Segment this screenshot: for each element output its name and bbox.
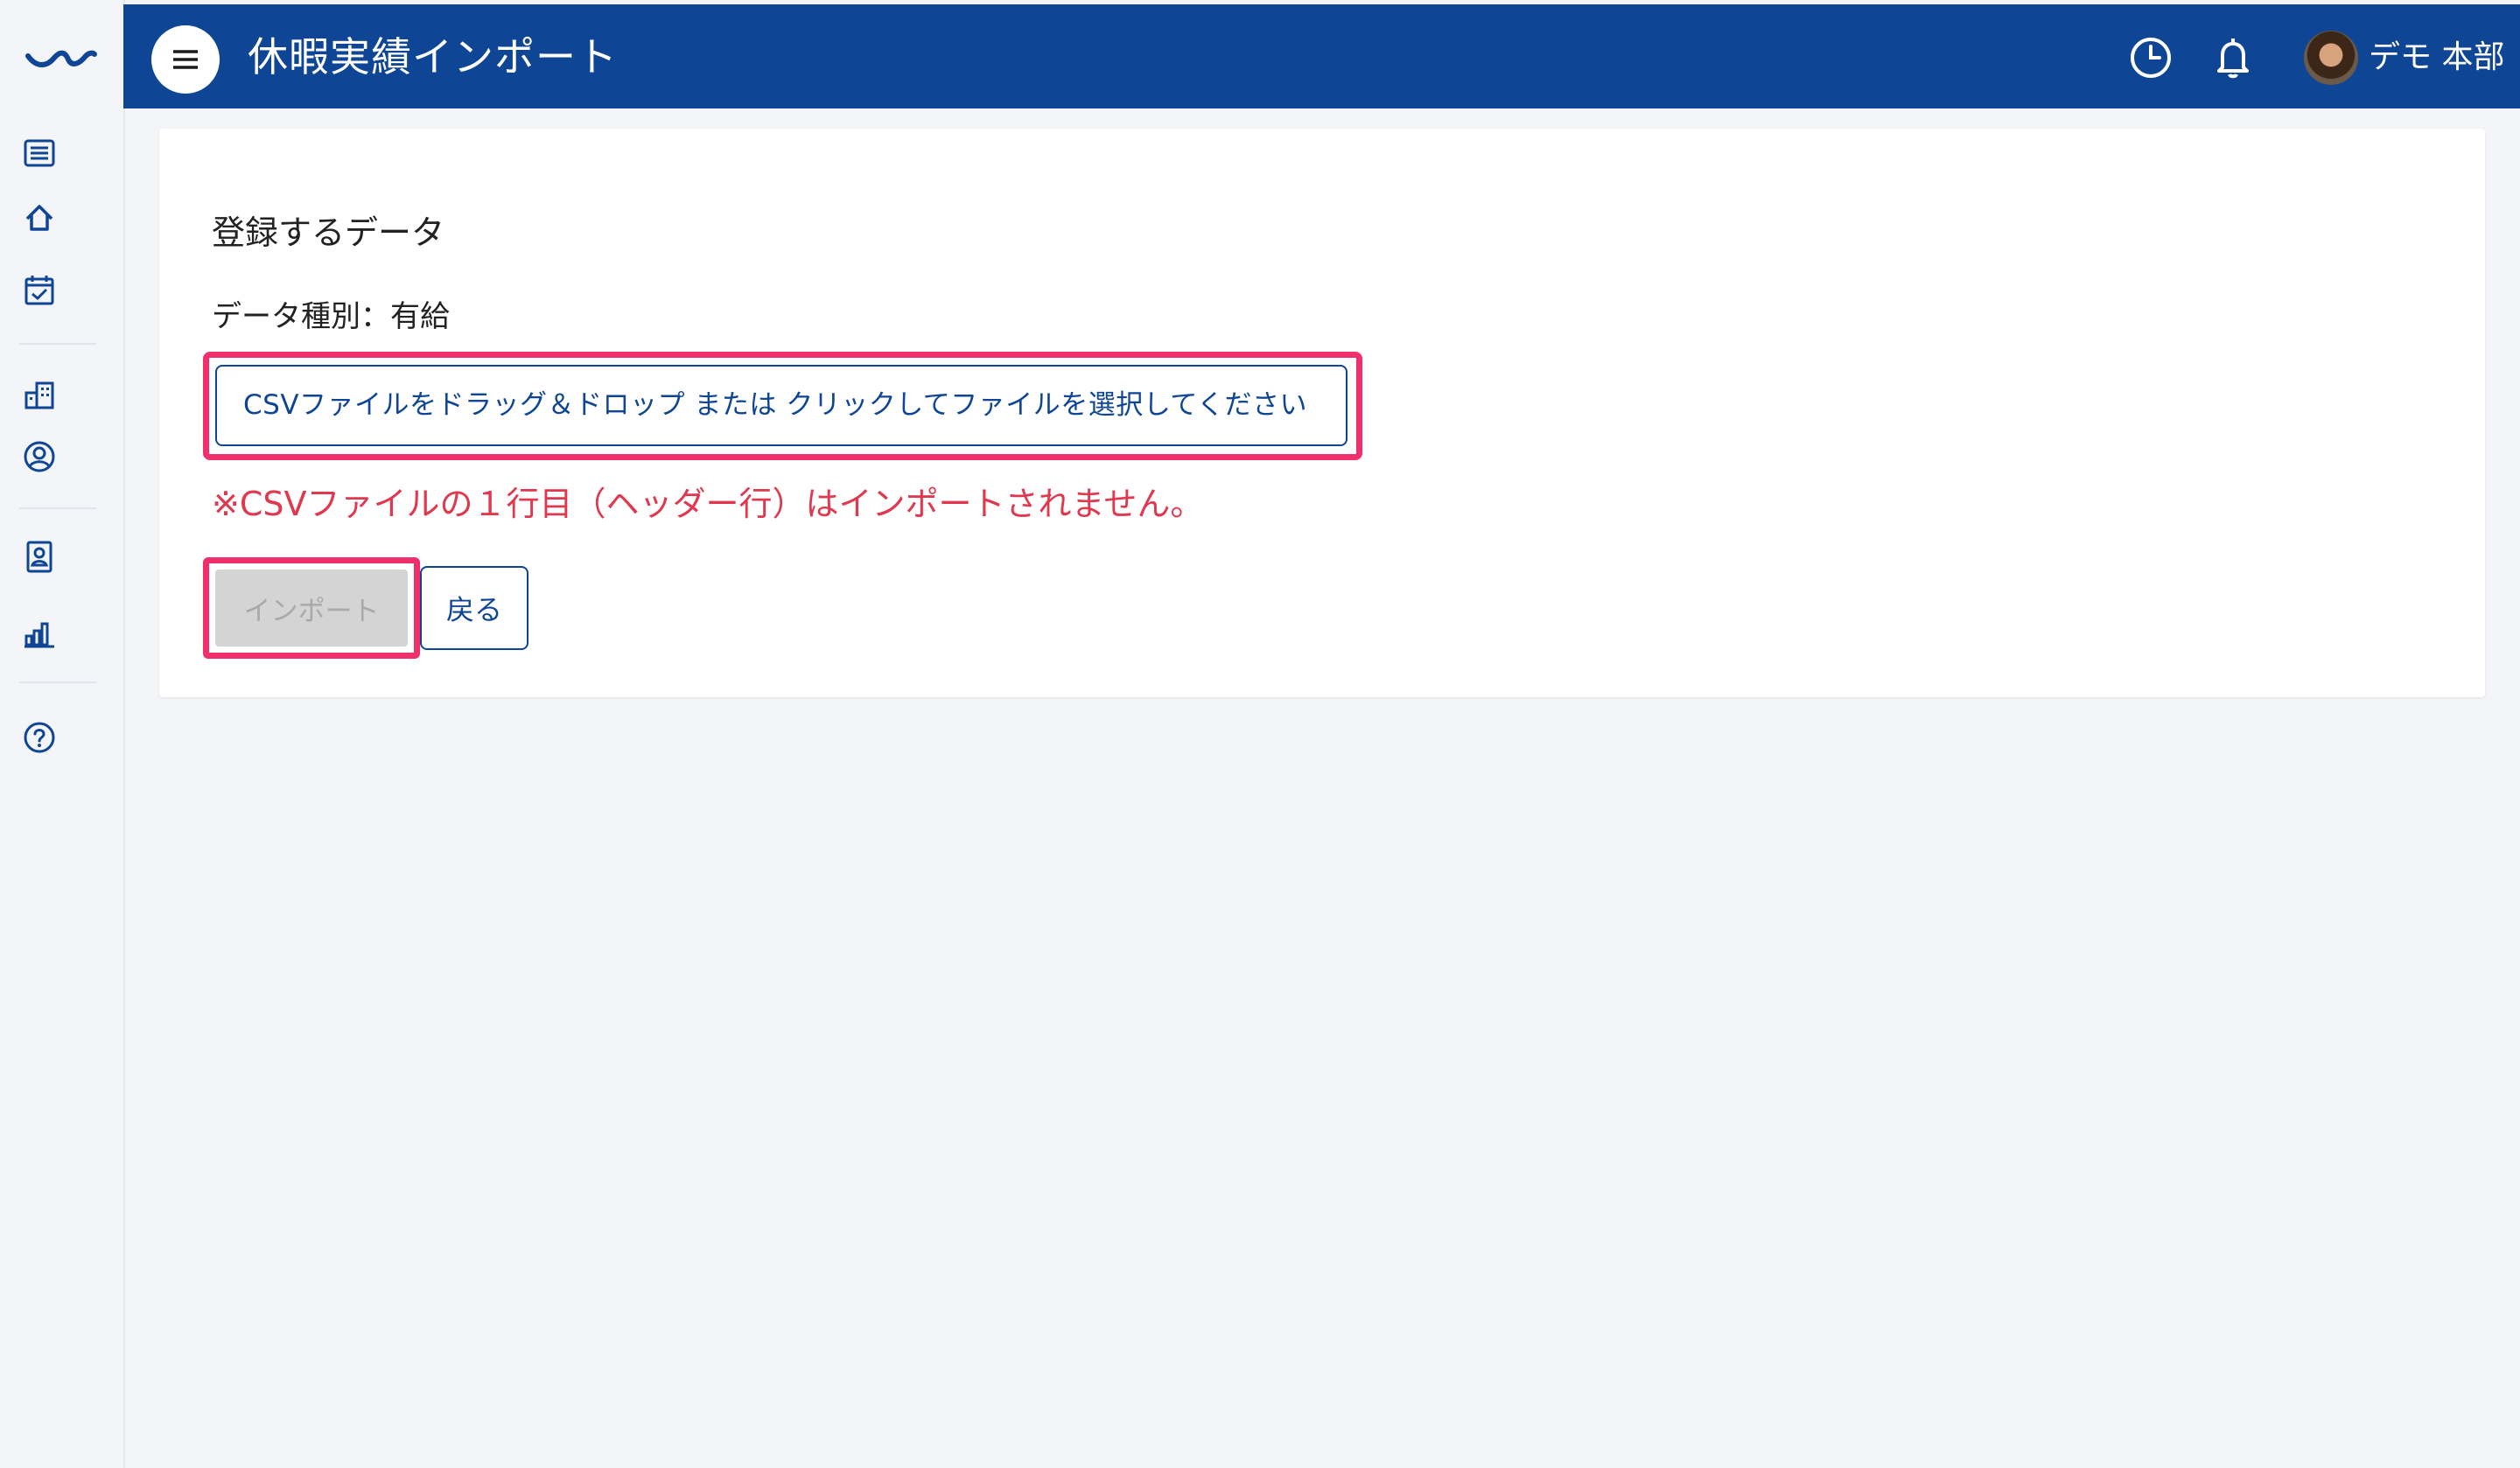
import-card: 登録するデータ データ種別：有給 CSVファイルをドラッグ＆ドロップ または ク… [159,129,2485,697]
user-name[interactable]: デモ 本部 [2369,38,2504,78]
back-button[interactable]: 戻る [420,566,528,650]
sidebar [0,0,125,1468]
user-circle-icon[interactable] [21,438,58,475]
bar-chart-icon[interactable] [21,615,58,652]
logo-icon[interactable] [24,40,98,72]
id-badge-icon[interactable] [21,538,58,575]
list-icon[interactable] [21,135,58,171]
calendar-check-icon[interactable] [21,272,58,309]
page-title: 休暇実績インポート [248,33,618,80]
data-type-label: データ種別：有給 [212,299,450,334]
clock-icon[interactable] [2127,34,2174,81]
import-button[interactable]: インポート [215,570,408,647]
building-icon[interactable] [21,377,58,414]
section-title: 登録するデータ [212,213,445,252]
avatar[interactable] [2304,31,2358,85]
menu-button[interactable] [151,25,220,94]
header-row-warning: ※CSVファイルの１行目（ヘッダー行）はインポートされません。 [212,485,1204,523]
csv-dropzone[interactable]: CSVファイルをドラッグ＆ドロップ または クリックしてファイルを選択してくださ… [215,365,1348,446]
bell-icon[interactable] [2209,34,2257,81]
top-app-bar: 休暇実績インポート デモ 本部 [123,4,2520,108]
home-icon[interactable] [21,199,58,236]
help-icon[interactable] [21,719,58,756]
menu-icon [173,50,198,69]
